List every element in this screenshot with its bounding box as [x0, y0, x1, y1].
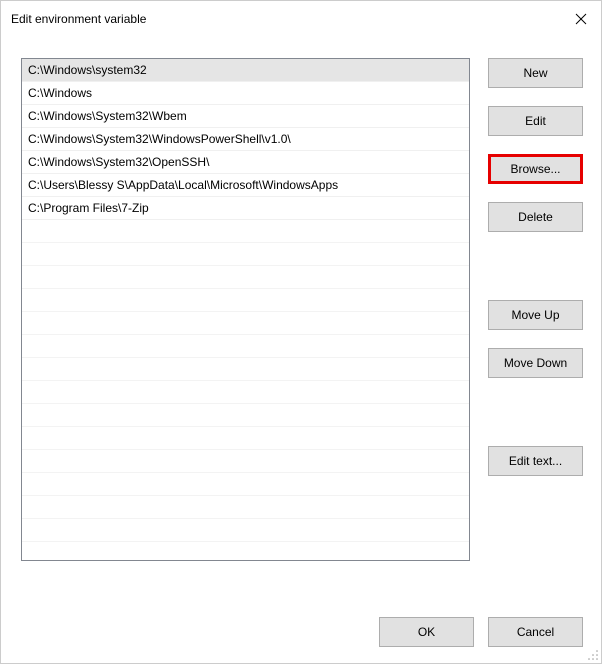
titlebar: Edit environment variable — [1, 1, 601, 36]
list-item — [22, 266, 469, 289]
list-item — [22, 289, 469, 312]
list-item[interactable]: C:\Windows\System32\Wbem — [22, 105, 469, 128]
list-item — [22, 519, 469, 542]
list-item — [22, 404, 469, 427]
edit-button[interactable]: Edit — [488, 106, 583, 136]
button-column: New Edit Browse... Delete Move Up Move D… — [488, 58, 583, 561]
dialog-content: C:\Windows\system32C:\WindowsC:\Windows\… — [1, 36, 601, 561]
list-item — [22, 473, 469, 496]
move-up-button[interactable]: Move Up — [488, 300, 583, 330]
window-title: Edit environment variable — [11, 12, 146, 26]
list-item[interactable]: C:\Windows\System32\OpenSSH\ — [22, 151, 469, 174]
browse-button[interactable]: Browse... — [488, 154, 583, 184]
delete-button[interactable]: Delete — [488, 202, 583, 232]
list-item — [22, 220, 469, 243]
spacer — [488, 250, 583, 282]
dialog-footer: OK Cancel — [379, 617, 583, 647]
list-item — [22, 450, 469, 473]
list-item[interactable]: C:\Windows — [22, 82, 469, 105]
list-item[interactable]: C:\Users\Blessy S\AppData\Local\Microsof… — [22, 174, 469, 197]
list-item — [22, 427, 469, 450]
spacer — [488, 396, 583, 428]
cancel-button[interactable]: Cancel — [488, 617, 583, 647]
list-item — [22, 312, 469, 335]
list-item — [22, 358, 469, 381]
resize-grip-icon[interactable] — [587, 649, 599, 661]
list-item — [22, 243, 469, 266]
ok-button[interactable]: OK — [379, 617, 474, 647]
list-item — [22, 335, 469, 358]
list-item[interactable]: C:\Windows\System32\WindowsPowerShell\v1… — [22, 128, 469, 151]
new-button[interactable]: New — [488, 58, 583, 88]
close-icon[interactable] — [575, 13, 587, 25]
path-listbox[interactable]: C:\Windows\system32C:\WindowsC:\Windows\… — [21, 58, 470, 561]
edit-text-button[interactable]: Edit text... — [488, 446, 583, 476]
move-down-button[interactable]: Move Down — [488, 348, 583, 378]
list-item — [22, 496, 469, 519]
list-item[interactable]: C:\Program Files\7-Zip — [22, 197, 469, 220]
list-item[interactable]: C:\Windows\system32 — [22, 59, 469, 82]
list-item — [22, 381, 469, 404]
